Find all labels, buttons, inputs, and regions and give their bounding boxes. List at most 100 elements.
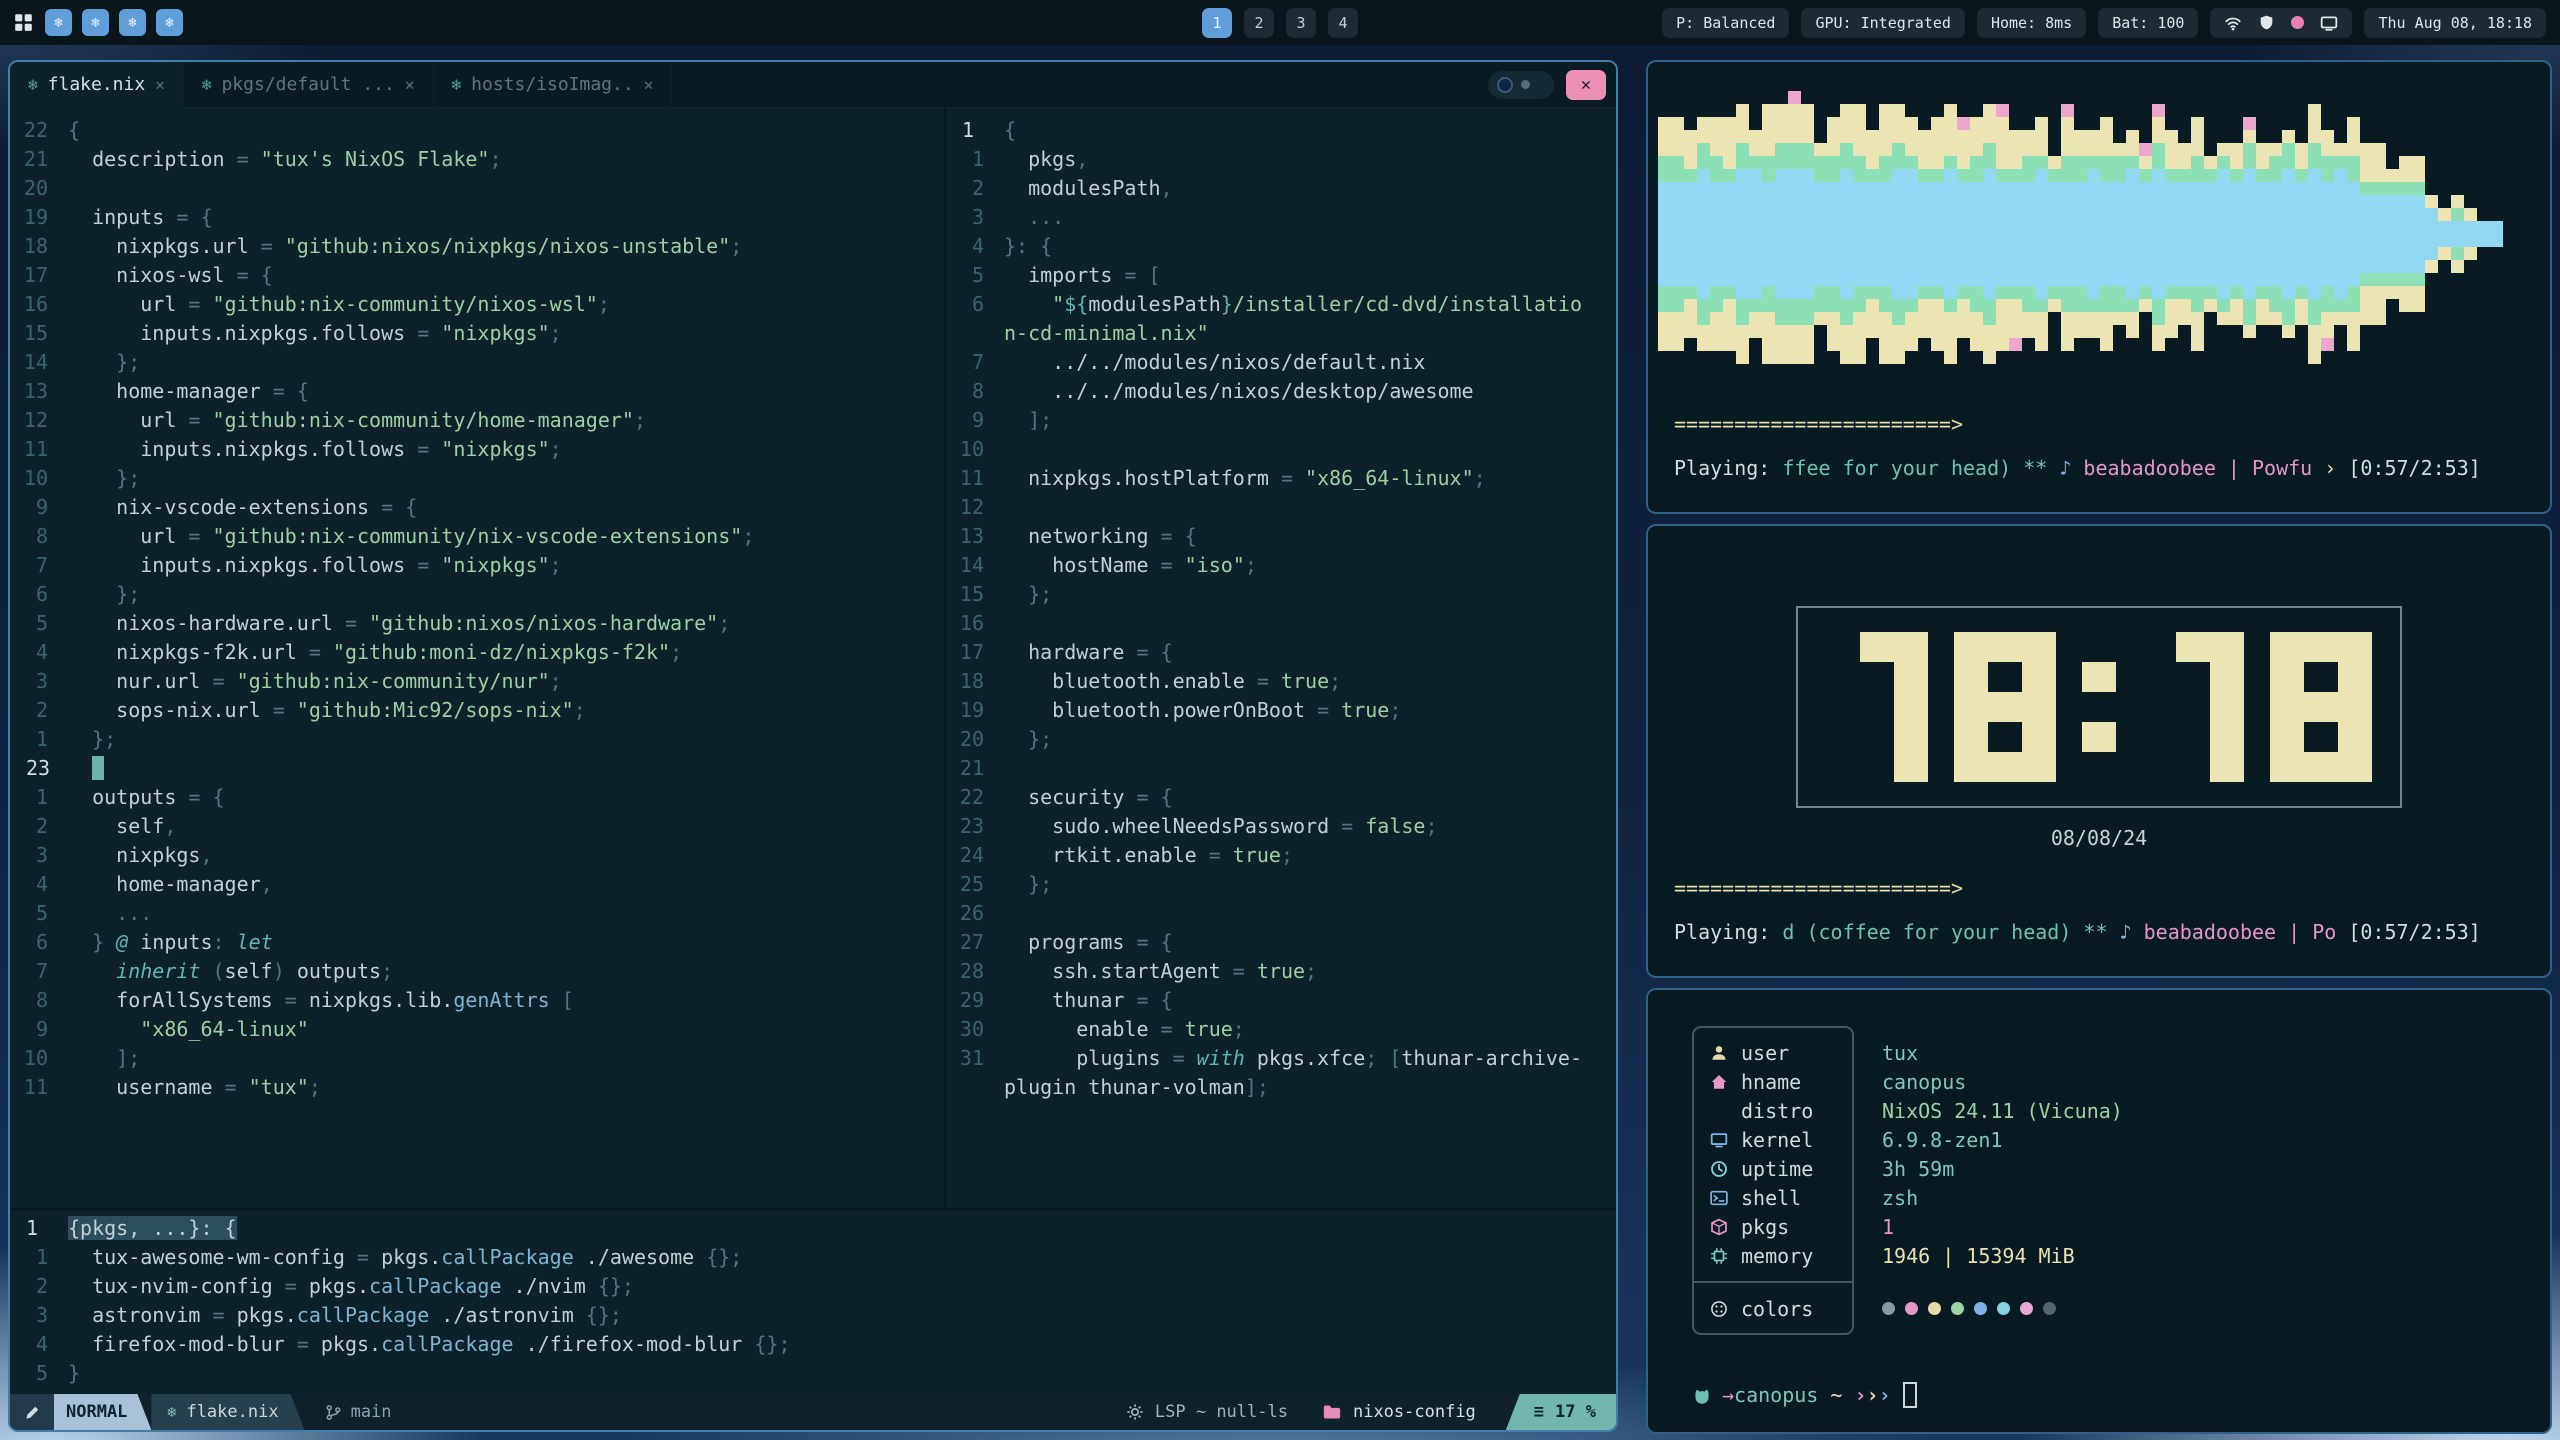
display-icon[interactable] [2320,14,2338,32]
pane-iso-image[interactable]: 1{1 pkgs,2 modulesPath,3 ...4}: {5 impor… [944,108,1616,1208]
tab-close-icon[interactable]: ✕ [405,75,415,94]
recorder-dot-icon[interactable] [2291,16,2304,29]
code-line[interactable]: 22{ [10,116,944,145]
code-line[interactable]: 7 inputs.nixpkgs.follows = "nixpkgs"; [10,551,944,580]
fetch-terminal-window[interactable]: userhnamedistrokerneluptimeshellpkgsmemo… [1646,988,2552,1434]
workspace-tag-4[interactable]: ❄ [156,9,183,36]
code-line[interactable]: 9 "x86_64-linux" [10,1015,944,1044]
project-indicator[interactable]: nixos-config [1322,1394,1506,1430]
editor-tab-1[interactable]: ❄flake.nix✕ [10,62,184,108]
tab-close-icon[interactable]: ✕ [155,75,165,94]
code-line[interactable]: 2 sops-nix.url = "github:Mic92/sops-nix"… [10,696,944,725]
editor-window[interactable]: ❄flake.nix✕❄pkgs/default ...✕❄hosts/isoI… [8,60,1618,1432]
workspace-tag-1[interactable]: ❄ [45,9,72,36]
code-line[interactable]: 7 ../../modules/nixos/default.nix [946,348,1616,377]
code-line[interactable]: 6 "${modulesPath}/installer/cd-dvd/insta… [946,290,1616,319]
code-line[interactable]: 24 rtkit.enable = true; [946,841,1616,870]
clock-terminal-window[interactable]: 08/08/24 =======================> Playin… [1646,524,2552,978]
code-line[interactable]: 12 [946,493,1616,522]
code-line[interactable]: 10 [946,435,1616,464]
pane-pkgs-default[interactable]: 1{pkgs, ...}: {1 tux-awesome-wm-config =… [10,1208,1616,1394]
code-line[interactable]: 1 pkgs, [946,145,1616,174]
code-line[interactable]: 23 [10,754,944,783]
code-line[interactable]: 4 home-manager, [10,870,944,899]
code-line[interactable]: 1{pkgs, ...}: { [10,1214,1616,1243]
wifi-icon[interactable] [2224,14,2242,32]
code-line[interactable]: 2 self, [10,812,944,841]
code-line[interactable]: 1{ [946,116,1616,145]
code-line[interactable]: 13 networking = { [946,522,1616,551]
code-line[interactable]: 19 bluetooth.powerOnBoot = true; [946,696,1616,725]
code-line[interactable]: 20 }; [946,725,1616,754]
code-line[interactable]: 20 [10,174,944,203]
code-line[interactable]: 18 nixpkgs.url = "github:nixos/nixpkgs/n… [10,232,944,261]
code-line[interactable]: 3 ... [946,203,1616,232]
code-line[interactable]: 1 outputs = { [10,783,944,812]
code-line[interactable]: 1 tux-awesome-wm-config = pkgs.callPacka… [10,1243,1616,1272]
code-line[interactable]: 15 }; [946,580,1616,609]
code-line[interactable]: 19 inputs = { [10,203,944,232]
code-line[interactable]: 5} [10,1359,1616,1388]
code-line[interactable]: 4 firefox-mod-blur = pkgs.callPackage ./… [10,1330,1616,1359]
code-line[interactable]: 8 forAllSystems = nixpkgs.lib.genAttrs [ [10,986,944,1015]
code-line[interactable]: 5 nixos-hardware.url = "github:nixos/nix… [10,609,944,638]
code-line[interactable]: 18 bluetooth.enable = true; [946,667,1616,696]
code-line[interactable]: 28 ssh.startAgent = true; [946,957,1616,986]
code-line[interactable]: 30 enable = true; [946,1015,1616,1044]
screen-tab-1[interactable]: 1 [1202,8,1232,38]
code-line[interactable]: 8 url = "github:nix-community/nix-vscode… [10,522,944,551]
code-line[interactable]: 8 ../../modules/nixos/desktop/awesome [946,377,1616,406]
code-line[interactable]: 7 inherit (self) outputs; [10,957,944,986]
code-line[interactable]: 6 }; [10,580,944,609]
editor-tab-3[interactable]: ❄hosts/isoImag..✕ [434,62,673,108]
code-line[interactable]: 31 plugins = with pkgs.xfce; [thunar-arc… [946,1044,1616,1073]
workspace-tag-2[interactable]: ❄ [82,9,109,36]
code-line[interactable]: 9 nix-vscode-extensions = { [10,493,944,522]
code-line[interactable]: 29 thunar = { [946,986,1616,1015]
code-line[interactable]: 3 nixpkgs, [10,841,944,870]
code-line[interactable]: 22 security = { [946,783,1616,812]
code-line[interactable]: 2 tux-nvim-config = pkgs.callPackage ./n… [10,1272,1616,1301]
code-line[interactable]: 27 programs = { [946,928,1616,957]
code-line[interactable]: 26 [946,899,1616,928]
code-line[interactable]: 17 nixos-wsl = { [10,261,944,290]
screen-tab-4[interactable]: 4 [1328,8,1358,38]
code-line[interactable]: 10 ]; [10,1044,944,1073]
code-line[interactable]: 12 url = "github:nix-community/home-mana… [10,406,944,435]
window-toggle-pill[interactable] [1488,71,1554,99]
pane-flake-nix[interactable]: 22{21 description = "tux's NixOS Flake";… [10,108,944,1208]
code-line[interactable]: 21 [946,754,1616,783]
code-line[interactable]: n-cd-minimal.nix" [946,319,1616,348]
code-line[interactable]: 5 imports = [ [946,261,1616,290]
code-line[interactable]: 3 nur.url = "github:nix-community/nur"; [10,667,944,696]
shield-icon[interactable] [2258,14,2275,31]
code-line[interactable]: 9 ]; [946,406,1616,435]
code-line[interactable]: 11 username = "tux"; [10,1073,944,1102]
code-line[interactable]: plugin thunar-volman]; [946,1073,1616,1102]
tab-close-icon[interactable]: ✕ [644,75,654,94]
code-line[interactable]: 11 nixpkgs.hostPlatform = "x86_64-linux"… [946,464,1616,493]
code-line[interactable]: 2 modulesPath, [946,174,1616,203]
statusbar-file[interactable]: ❄flake.nix [151,1394,304,1430]
code-line[interactable]: 11 inputs.nixpkgs.follows = "nixpkgs"; [10,435,944,464]
code-line[interactable]: 5 ... [10,899,944,928]
screen-tab-2[interactable]: 2 [1244,8,1274,38]
code-line[interactable]: 4}: { [946,232,1616,261]
code-line[interactable]: 15 inputs.nixpkgs.follows = "nixpkgs"; [10,319,944,348]
code-line[interactable]: 4 nixpkgs-f2k.url = "github:moni-dz/nixp… [10,638,944,667]
shell-prompt[interactable]: →canopus ~ ››› [1692,1382,1917,1408]
code-line[interactable]: 3 astronvim = pkgs.callPackage ./astronv… [10,1301,1616,1330]
code-line[interactable]: 14 hostName = "iso"; [946,551,1616,580]
code-line[interactable]: 13 home-manager = { [10,377,944,406]
launcher-grid-icon[interactable] [14,13,33,32]
code-line[interactable]: 25 }; [946,870,1616,899]
code-line[interactable]: 23 sudo.wheelNeedsPassword = false; [946,812,1616,841]
code-line[interactable]: 16 [946,609,1616,638]
code-line[interactable]: 21 description = "tux's NixOS Flake"; [10,145,944,174]
window-close-button[interactable]: ✕ [1566,70,1606,100]
code-line[interactable]: 17 hardware = { [946,638,1616,667]
statusbar-branch[interactable]: main [305,1394,412,1430]
code-line[interactable]: 14 }; [10,348,944,377]
music-terminal-window[interactable]: =======================> Playing: ffee f… [1646,60,2552,514]
editor-tab-2[interactable]: ❄pkgs/default ...✕ [184,62,434,108]
